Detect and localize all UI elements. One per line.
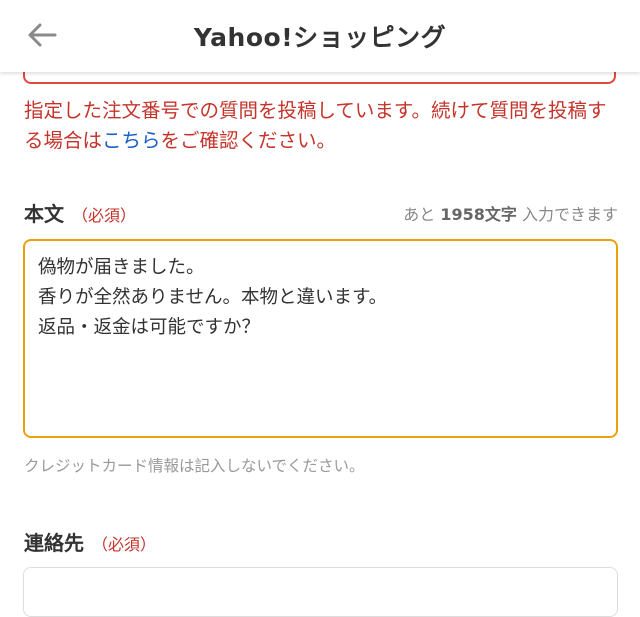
- contact-input[interactable]: [23, 567, 618, 617]
- credit-card-hint: クレジットカード情報は記入しないでください。: [24, 457, 365, 475]
- count-prefix: あと: [403, 205, 436, 224]
- app-header: Yahoo!ショッピング: [0, 0, 640, 72]
- contact-required-badge: （必須）: [92, 535, 157, 554]
- contact-field-label-row: 連絡先 （必須）: [24, 527, 156, 556]
- body-field-label-row: 本文 （必須） あと 1958文字 入力できます: [24, 198, 618, 228]
- body-textarea[interactable]: [23, 239, 618, 438]
- count-value: 1958文字: [440, 205, 517, 224]
- count-suffix: 入力できます: [521, 205, 618, 224]
- body-required-badge: （必須）: [72, 206, 137, 225]
- remaining-char-count: あと 1958文字 入力できます: [403, 201, 618, 225]
- notice-link-here[interactable]: こちら: [102, 129, 161, 152]
- duplicate-question-notice: 指定した注文番号での質問を投稿しています。続けて質問を投稿する場合はこちらをご確…: [24, 96, 624, 156]
- body-field-label: 本文: [24, 202, 64, 226]
- page-title: Yahoo!ショッピング: [193, 23, 447, 52]
- contact-field-label: 連絡先: [24, 531, 84, 555]
- notice-text-after: をご確認ください。: [160, 129, 337, 152]
